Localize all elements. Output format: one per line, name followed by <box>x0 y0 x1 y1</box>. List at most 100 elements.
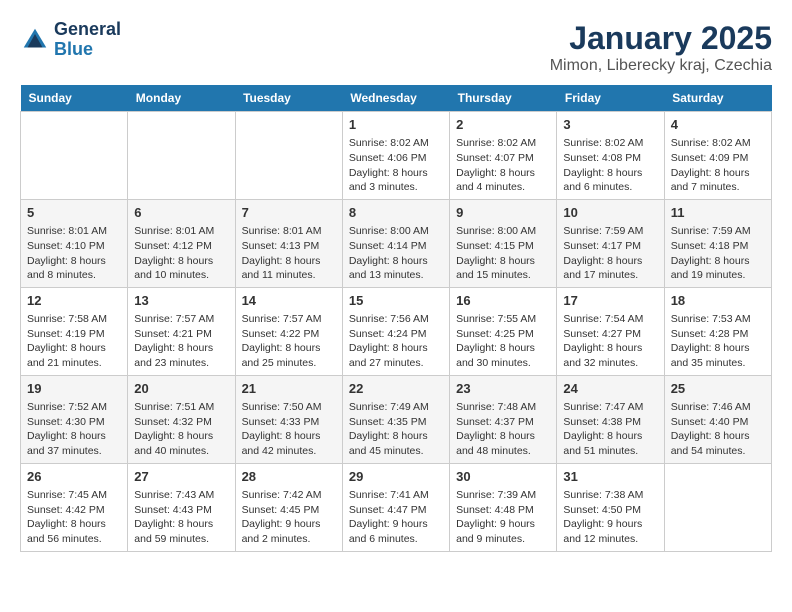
calendar-cell: 27 Sunrise: 7:43 AM Sunset: 4:43 PM Dayli… <box>128 463 235 551</box>
calendar-cell: 22 Sunrise: 7:49 AM Sunset: 4:35 PM Dayli… <box>342 375 449 463</box>
day-info: Sunrise: 7:43 AM Sunset: 4:43 PM Dayligh… <box>134 488 228 547</box>
day-info: Sunrise: 7:53 AM Sunset: 4:28 PM Dayligh… <box>671 312 765 371</box>
calendar-cell: 30 Sunrise: 7:39 AM Sunset: 4:48 PM Dayli… <box>450 463 557 551</box>
day-info: Sunrise: 7:57 AM Sunset: 4:21 PM Dayligh… <box>134 312 228 371</box>
week-row-2: 5 Sunrise: 8:01 AM Sunset: 4:10 PM Daylig… <box>21 199 772 287</box>
day-info: Sunrise: 7:54 AM Sunset: 4:27 PM Dayligh… <box>563 312 657 371</box>
day-number: 26 <box>27 468 121 486</box>
day-number: 14 <box>242 292 336 310</box>
calendar-cell <box>128 112 235 200</box>
day-info: Sunrise: 8:02 AM Sunset: 4:07 PM Dayligh… <box>456 136 550 195</box>
subtitle: Mimon, Liberecky kraj, Czechia <box>550 57 772 75</box>
day-info: Sunrise: 7:57 AM Sunset: 4:22 PM Dayligh… <box>242 312 336 371</box>
calendar-cell: 17 Sunrise: 7:54 AM Sunset: 4:27 PM Dayli… <box>557 287 664 375</box>
calendar-cell: 21 Sunrise: 7:50 AM Sunset: 4:33 PM Dayli… <box>235 375 342 463</box>
calendar-cell: 5 Sunrise: 8:01 AM Sunset: 4:10 PM Daylig… <box>21 199 128 287</box>
calendar-cell: 15 Sunrise: 7:56 AM Sunset: 4:24 PM Dayli… <box>342 287 449 375</box>
day-info: Sunrise: 7:52 AM Sunset: 4:30 PM Dayligh… <box>27 400 121 459</box>
day-info: Sunrise: 7:41 AM Sunset: 4:47 PM Dayligh… <box>349 488 443 547</box>
week-row-4: 19Sunrise: 7:52 AM Sunset: 4:30 PM Dayli… <box>21 375 772 463</box>
day-number: 5 <box>27 204 121 222</box>
calendar-cell: 13 Sunrise: 7:57 AM Sunset: 4:21 PM Dayli… <box>128 287 235 375</box>
day-info: Sunrise: 7:39 AM Sunset: 4:48 PM Dayligh… <box>456 488 550 547</box>
calendar-cell <box>664 463 771 551</box>
day-number: 13 <box>134 292 228 310</box>
day-number: 16 <box>456 292 550 310</box>
day-number: 3 <box>563 116 657 134</box>
week-row-1: 1 Sunrise: 8:02 AM Sunset: 4:06 PM Daylig… <box>21 112 772 200</box>
day-number: 22 <box>349 380 443 398</box>
calendar-cell: 7 Sunrise: 8:01 AM Sunset: 4:13 PM Daylig… <box>235 199 342 287</box>
calendar-cell <box>21 112 128 200</box>
day-info: Sunrise: 7:38 AM Sunset: 4:50 PM Dayligh… <box>563 488 657 547</box>
calendar-cell: 25 Sunrise: 7:46 AM Sunset: 4:40 PM Dayli… <box>664 375 771 463</box>
day-number: 29 <box>349 468 443 486</box>
day-info: Sunrise: 7:45 AM Sunset: 4:42 PM Dayligh… <box>27 488 121 547</box>
logo-text: General Blue <box>54 20 121 60</box>
header-row: SundayMondayTuesdayWednesdayThursdayFrid… <box>21 85 772 112</box>
calendar-cell: 28Sunrise: 7:42 AM Sunset: 4:45 PM Dayli… <box>235 463 342 551</box>
header-monday: Monday <box>128 85 235 112</box>
day-number: 6 <box>134 204 228 222</box>
calendar-cell: 14 Sunrise: 7:57 AM Sunset: 4:22 PM Dayli… <box>235 287 342 375</box>
day-number: 25 <box>671 380 765 398</box>
day-number: 30 <box>456 468 550 486</box>
calendar-cell: 11Sunrise: 7:59 AM Sunset: 4:18 PM Dayli… <box>664 199 771 287</box>
day-info: Sunrise: 7:58 AM Sunset: 4:19 PM Dayligh… <box>27 312 121 371</box>
calendar-cell: 1 Sunrise: 8:02 AM Sunset: 4:06 PM Daylig… <box>342 112 449 200</box>
day-number: 21 <box>242 380 336 398</box>
calendar-cell: 24 Sunrise: 7:47 AM Sunset: 4:38 PM Dayli… <box>557 375 664 463</box>
day-info: Sunrise: 7:59 AM Sunset: 4:17 PM Dayligh… <box>563 224 657 283</box>
day-info: Sunrise: 7:56 AM Sunset: 4:24 PM Dayligh… <box>349 312 443 371</box>
day-number: 27 <box>134 468 228 486</box>
calendar-cell: 31 Sunrise: 7:38 AM Sunset: 4:50 PM Dayli… <box>557 463 664 551</box>
day-number: 7 <box>242 204 336 222</box>
day-info: Sunrise: 8:01 AM Sunset: 4:13 PM Dayligh… <box>242 224 336 283</box>
day-info: Sunrise: 7:51 AM Sunset: 4:32 PM Dayligh… <box>134 400 228 459</box>
day-info: Sunrise: 7:46 AM Sunset: 4:40 PM Dayligh… <box>671 400 765 459</box>
calendar-cell <box>235 112 342 200</box>
logo-icon <box>20 25 50 55</box>
day-info: Sunrise: 7:59 AM Sunset: 4:18 PM Dayligh… <box>671 224 765 283</box>
header-saturday: Saturday <box>664 85 771 112</box>
day-number: 23 <box>456 380 550 398</box>
day-info: Sunrise: 8:00 AM Sunset: 4:15 PM Dayligh… <box>456 224 550 283</box>
day-info: Sunrise: 7:49 AM Sunset: 4:35 PM Dayligh… <box>349 400 443 459</box>
day-info: Sunrise: 8:02 AM Sunset: 4:08 PM Dayligh… <box>563 136 657 195</box>
day-number: 1 <box>349 116 443 134</box>
day-info: Sunrise: 8:01 AM Sunset: 4:12 PM Dayligh… <box>134 224 228 283</box>
title-block: January 2025 Mimon, Liberecky kraj, Czec… <box>550 20 772 75</box>
calendar-cell: 29 Sunrise: 7:41 AM Sunset: 4:47 PM Dayli… <box>342 463 449 551</box>
calendar-cell: 4Sunrise: 8:02 AM Sunset: 4:09 PM Daylig… <box>664 112 771 200</box>
calendar-cell: 3 Sunrise: 8:02 AM Sunset: 4:08 PM Daylig… <box>557 112 664 200</box>
calendar-cell: 10Sunrise: 7:59 AM Sunset: 4:17 PM Dayli… <box>557 199 664 287</box>
logo: General Blue <box>20 20 121 60</box>
calendar-cell: 2Sunrise: 8:02 AM Sunset: 4:07 PM Daylig… <box>450 112 557 200</box>
week-row-5: 26 Sunrise: 7:45 AM Sunset: 4:42 PM Dayli… <box>21 463 772 551</box>
day-number: 17 <box>563 292 657 310</box>
day-info: Sunrise: 8:02 AM Sunset: 4:09 PM Dayligh… <box>671 136 765 195</box>
calendar-cell: 12 Sunrise: 7:58 AM Sunset: 4:19 PM Dayli… <box>21 287 128 375</box>
day-number: 24 <box>563 380 657 398</box>
day-number: 15 <box>349 292 443 310</box>
day-number: 8 <box>349 204 443 222</box>
week-row-3: 12 Sunrise: 7:58 AM Sunset: 4:19 PM Dayli… <box>21 287 772 375</box>
calendar-cell: 20Sunrise: 7:51 AM Sunset: 4:32 PM Dayli… <box>128 375 235 463</box>
day-info: Sunrise: 8:02 AM Sunset: 4:06 PM Dayligh… <box>349 136 443 195</box>
header-thursday: Thursday <box>450 85 557 112</box>
day-info: Sunrise: 7:47 AM Sunset: 4:38 PM Dayligh… <box>563 400 657 459</box>
calendar-cell: 19Sunrise: 7:52 AM Sunset: 4:30 PM Dayli… <box>21 375 128 463</box>
day-number: 31 <box>563 468 657 486</box>
day-number: 9 <box>456 204 550 222</box>
day-info: Sunrise: 8:00 AM Sunset: 4:14 PM Dayligh… <box>349 224 443 283</box>
calendar-cell: 26 Sunrise: 7:45 AM Sunset: 4:42 PM Dayli… <box>21 463 128 551</box>
day-info: Sunrise: 7:48 AM Sunset: 4:37 PM Dayligh… <box>456 400 550 459</box>
day-info: Sunrise: 7:42 AM Sunset: 4:45 PM Dayligh… <box>242 488 336 547</box>
day-info: Sunrise: 7:55 AM Sunset: 4:25 PM Dayligh… <box>456 312 550 371</box>
day-number: 12 <box>27 292 121 310</box>
calendar-table: SundayMondayTuesdayWednesdayThursdayFrid… <box>20 85 772 552</box>
day-info: Sunrise: 8:01 AM Sunset: 4:10 PM Dayligh… <box>27 224 121 283</box>
calendar-cell: 23 Sunrise: 7:48 AM Sunset: 4:37 PM Dayli… <box>450 375 557 463</box>
day-info: Sunrise: 7:50 AM Sunset: 4:33 PM Dayligh… <box>242 400 336 459</box>
header-wednesday: Wednesday <box>342 85 449 112</box>
